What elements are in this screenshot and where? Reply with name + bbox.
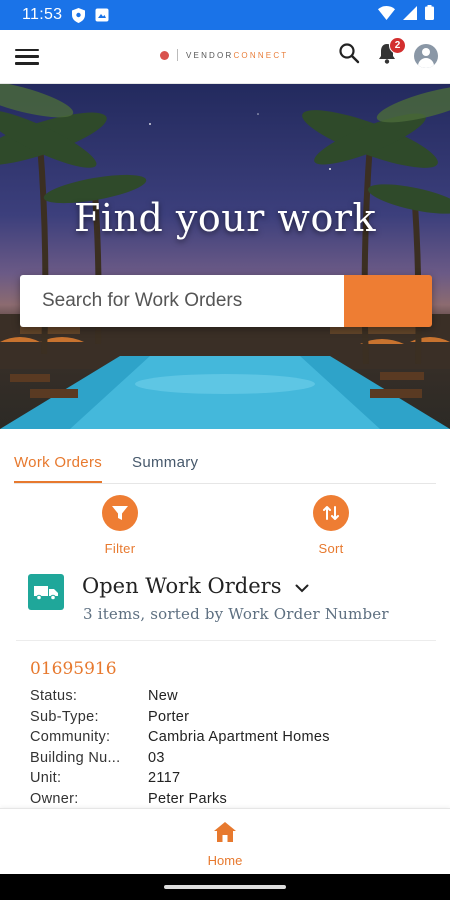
- hero-title: Find your work: [73, 196, 377, 240]
- tab-work-orders[interactable]: Work Orders: [14, 442, 103, 483]
- bottom-navigation: Home: [0, 808, 450, 874]
- tab-bar: Work Orders Summary: [14, 442, 436, 484]
- work-order-number-link[interactable]: 01695916: [30, 659, 117, 679]
- notifications-button[interactable]: 2: [374, 36, 406, 69]
- field-status: Status: New: [30, 688, 178, 705]
- nav-home-button[interactable]: Home: [207, 821, 243, 874]
- status-bar: 11:53: [0, 0, 450, 30]
- system-navigation-bar: [0, 874, 450, 900]
- wifi-icon: [378, 5, 395, 25]
- battery-icon: [425, 5, 434, 25]
- app-header: VENDORCONNECT 2: [0, 30, 450, 84]
- truck-icon: [28, 574, 64, 610]
- search-input[interactable]: [20, 275, 344, 327]
- work-order-details: Status: New Sub-Type: Porter Community: Cam…: [30, 686, 430, 809]
- filter-icon: [102, 495, 138, 531]
- field-building-number: Building Nu... 03: [30, 749, 165, 766]
- hamburger-menu-icon[interactable]: [14, 46, 40, 68]
- work-order-search: [20, 275, 432, 327]
- tab-summary[interactable]: Summary: [132, 442, 198, 483]
- hero-background-image: [0, 84, 450, 429]
- list-subtitle: 3 items, sorted by Work Order Number: [83, 605, 389, 623]
- status-time: 11:53: [22, 6, 63, 23]
- filter-button[interactable]: Filter: [80, 495, 160, 556]
- shield-icon: [72, 7, 86, 23]
- sort-label: Sort: [318, 541, 344, 556]
- list-view-header: Open Work Orders 3 items, sorted by Work…: [28, 572, 428, 630]
- chevron-down-icon: [295, 574, 309, 598]
- list-view-selector[interactable]: Open Work Orders: [82, 574, 309, 598]
- home-icon: [213, 821, 237, 848]
- search-icon[interactable]: [338, 42, 360, 69]
- gesture-home-handle[interactable]: [164, 885, 286, 889]
- photo-notification-icon: [95, 8, 109, 22]
- sort-icon: [313, 495, 349, 531]
- filter-label: Filter: [104, 541, 136, 556]
- nav-home-label: Home: [207, 853, 243, 868]
- logo-text: VENDORCONNECT: [186, 50, 289, 60]
- field-sub-type: Sub-Type: Porter: [30, 708, 190, 725]
- list-title: Open Work Orders: [82, 574, 282, 598]
- search-button[interactable]: [21, 275, 432, 327]
- field-owner: Owner: Peter Parks: [30, 790, 228, 807]
- logo-mark-icon: [160, 50, 169, 60]
- user-avatar-icon[interactable]: [414, 43, 438, 68]
- hero-banner: Find your work: [0, 84, 450, 429]
- signal-icon: [403, 5, 417, 25]
- notification-badge: 2: [389, 36, 406, 54]
- field-community: Community: Cambria Apartment Homes: [30, 729, 330, 746]
- vendor-connect-logo: VENDORCONNECT: [160, 49, 288, 61]
- field-unit: Unit: 2117: [30, 770, 181, 787]
- divider: [16, 640, 436, 641]
- sort-button[interactable]: Sort: [291, 495, 371, 556]
